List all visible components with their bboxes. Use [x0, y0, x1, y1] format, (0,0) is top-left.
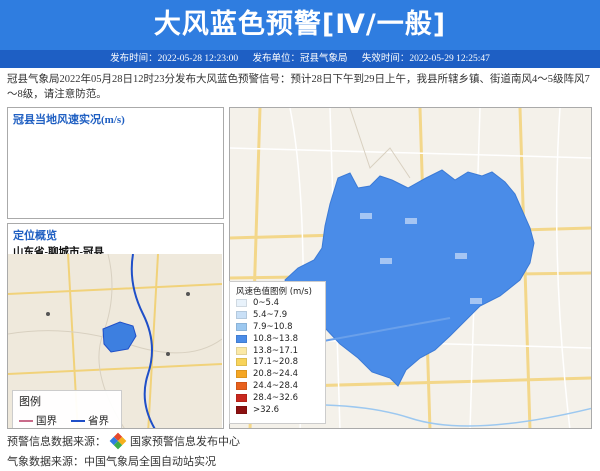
warning-title: 大风蓝色预警[Ⅳ/一般]	[153, 9, 447, 40]
national-border-label: 国界	[36, 415, 57, 427]
wind-swatch	[236, 322, 247, 331]
wind-swatch	[236, 298, 247, 307]
wind-legend-label: 10.8~13.8	[253, 333, 298, 344]
wind-legend-label: 0~5.4	[253, 297, 280, 308]
location-legend-title: 图例	[19, 395, 41, 408]
wind-legend-row: 10.8~13.8	[230, 333, 325, 345]
province-border-swatch	[71, 419, 85, 422]
wind-legend-label: 24.4~28.4	[253, 381, 298, 392]
legend-item-province-border: 省界	[71, 413, 109, 428]
warning-description: 冠县气象局2022年05月28日12时23分发布大风蓝色预警信号：预计28日下午…	[7, 74, 590, 100]
wind-swatch	[236, 358, 247, 367]
wind-legend-row: 17.1~20.8	[230, 356, 325, 368]
wind-legend-row: 20.8~24.4	[230, 368, 325, 380]
wind-legend-row: >32.6	[230, 404, 325, 416]
province-border-label: 省界	[88, 415, 109, 427]
wind-legend-label: >32.6	[253, 404, 280, 415]
location-map[interactable]: 图例 国界 省界	[8, 254, 222, 428]
wind-speed-legend: 风速色值图例 (m/s) 0~5.4 5.4~7.9 7.9~10.8 10.8…	[229, 281, 326, 424]
legend-item-national-border: 国界	[19, 413, 57, 428]
wind-speed-title: 冠县当地风速实况(m/s)	[13, 114, 125, 126]
wind-swatch	[236, 394, 247, 403]
wind-legend-label: 17.1~20.8	[253, 357, 298, 368]
wind-legend-label: 5.4~7.9	[253, 309, 288, 320]
weather-source: 气象数据来源：中国气象局全国自动站实况	[7, 453, 216, 469]
warning-source-label: 预警信息数据来源：	[7, 436, 106, 448]
wind-swatch	[236, 310, 247, 319]
expire-time: 失效时间：2022-05-29 12:25:47	[361, 54, 490, 64]
wind-legend-row: 7.9~10.8	[230, 321, 325, 333]
wind-legend-label: 7.9~10.8	[253, 321, 293, 332]
wind-legend-row: 13.8~17.1	[230, 345, 325, 357]
wind-swatch	[236, 405, 247, 414]
publish-time: 发布时间：2022-05-28 12:23:00	[110, 54, 239, 64]
national-border-swatch	[19, 419, 33, 422]
location-panel: 定位概览 山东省-聊城市-冠县 图例 国界 省界	[7, 223, 224, 429]
location-legend: 图例 国界 省界	[12, 390, 122, 428]
wind-legend-label: 13.8~17.1	[253, 345, 298, 356]
wind-legend-row: 24.4~28.4	[230, 380, 325, 392]
warning-source-org: 国家预警信息发布中心	[130, 436, 240, 448]
wind-swatch	[236, 346, 247, 355]
wind-legend-row: 0~5.4	[230, 297, 325, 309]
wind-legend-title: 风速色值图例 (m/s)	[236, 287, 312, 297]
wind-swatch	[236, 382, 247, 391]
warning-center-logo-icon	[109, 432, 127, 450]
warning-header: 大风蓝色预警[Ⅳ/一般]	[0, 0, 600, 50]
wind-legend-label: 20.8~24.4	[253, 369, 298, 380]
wind-legend-label: 28.4~32.6	[253, 393, 298, 404]
publisher: 发布单位：冠县气象局	[252, 54, 348, 64]
wind-swatch	[236, 370, 247, 379]
wind-legend-row: 28.4~32.6	[230, 392, 325, 404]
info-bar: 发布时间：2022-05-28 12:23:00 发布单位：冠县气象局 失效时间…	[0, 50, 600, 68]
warning-source: 预警信息数据来源： 国家预警信息发布中心	[7, 432, 240, 450]
weather-source-label: 气象数据来源：中国气象局全国自动站实况	[7, 456, 216, 468]
wind-speed-panel: 冠县当地风速实况(m/s)	[7, 107, 224, 219]
location-title: 定位概览	[13, 230, 57, 242]
wind-swatch	[236, 334, 247, 343]
wind-legend-row: 5.4~7.9	[230, 309, 325, 321]
